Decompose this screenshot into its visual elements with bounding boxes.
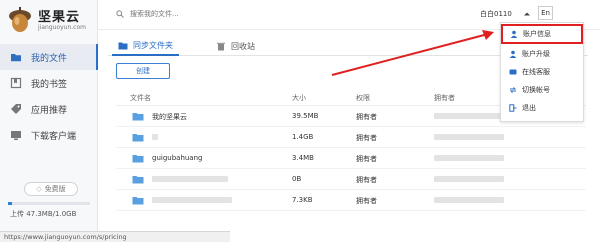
status-bar-url: https://www.jianguoyun.com/s/pricing — [0, 231, 230, 242]
folder-icon — [11, 54, 21, 62]
menu-item-switch-account[interactable]: 切换帐号 — [501, 81, 583, 99]
monitor-icon — [11, 131, 21, 140]
sidebar-item-my-files[interactable]: 我的文件 — [0, 44, 98, 70]
support-icon — [509, 69, 517, 75]
menu-item-label: 账户升级 — [522, 50, 550, 58]
table-row[interactable]: 0B 拥有者 — [116, 169, 586, 190]
file-permission: 拥有者 — [356, 113, 377, 121]
storage-progress-bar — [8, 202, 90, 205]
file-permission: 拥有者 — [356, 197, 377, 205]
acorn-logo-icon — [9, 7, 31, 32]
switch-account-icon — [509, 87, 517, 93]
file-name[interactable]: guigubahuang — [152, 154, 202, 162]
sidebar-item-bookmarks[interactable]: 我的书签 — [0, 70, 98, 96]
file-name-redacted — [152, 134, 158, 140]
header-filename[interactable]: 文件名 — [130, 93, 151, 103]
header-owner[interactable]: 拥有者 — [434, 93, 455, 103]
menu-item-account-info[interactable]: 账户信息 — [501, 24, 583, 44]
header-permission[interactable]: 权限 — [356, 93, 370, 103]
tab-recycle-bin[interactable]: 回收站 — [210, 36, 261, 56]
file-size: 0B — [292, 175, 302, 183]
file-name-redacted — [152, 176, 228, 182]
storage-progress-fill — [8, 202, 12, 205]
sidebar-item-apps[interactable]: 应用推荐 — [0, 96, 98, 122]
sidebar-nav: 我的文件 我的书签 应用推荐 下载客户端 — [0, 44, 98, 148]
folder-icon — [118, 42, 128, 49]
table-row[interactable]: 1.4GB 拥有者 — [116, 127, 586, 148]
caret-up-icon[interactable] — [523, 10, 531, 18]
file-permission: 拥有者 — [356, 155, 377, 163]
file-size: 3.4MB — [292, 154, 314, 162]
sidebar-item-download-client[interactable]: 下载客户端 — [0, 122, 98, 148]
header-size[interactable]: 大小 — [292, 93, 306, 103]
owner-redacted — [434, 134, 504, 140]
bookmark-icon — [10, 77, 22, 89]
file-size: 7.3KB — [292, 196, 313, 204]
file-permission: 拥有者 — [356, 176, 377, 184]
table-row[interactable]: guigubahuang 3.4MB 拥有者 — [116, 148, 586, 169]
logo-domain: jianguoyun.com — [38, 24, 86, 31]
menu-item-label: 退出 — [522, 104, 536, 112]
owner-redacted — [434, 197, 504, 203]
file-permission: 拥有者 — [356, 134, 377, 142]
user-name[interactable]: 白白0110 — [480, 9, 512, 19]
create-button[interactable]: 创建 — [116, 63, 170, 79]
search-box[interactable] — [116, 7, 266, 21]
logout-icon — [509, 104, 517, 112]
tag-icon — [11, 104, 21, 114]
storage-usage-text: 上传 47.3MB/1.0GB — [10, 210, 77, 218]
tab-label: 回收站 — [231, 41, 255, 51]
sidebar-item-label: 我的文件 — [31, 53, 68, 64]
table-row[interactable]: 7.3KB 拥有者 — [116, 190, 586, 211]
user-icon — [510, 30, 518, 38]
search-input[interactable] — [128, 9, 258, 19]
folder-icon — [132, 176, 144, 184]
sidebar-item-label: 我的书签 — [31, 79, 68, 90]
menu-item-label: 账户信息 — [523, 30, 551, 38]
plan-badge[interactable]: ◇ 免费版 — [24, 182, 78, 196]
search-icon — [116, 10, 124, 18]
logo-name: 坚果云 — [38, 10, 81, 25]
owner-redacted — [434, 155, 504, 161]
menu-item-label: 在线客服 — [522, 68, 550, 76]
sidebar: 坚果云 jianguoyun.com 我的文件 我的书签 应用推荐 下载客户端 … — [0, 0, 98, 242]
sidebar-item-label: 下载客户端 — [31, 131, 77, 142]
language-button[interactable]: En — [538, 6, 553, 20]
tab-sync-folders[interactable]: 同步文件夹 — [112, 36, 179, 56]
menu-item-upgrade[interactable]: 账户升级 — [501, 45, 583, 63]
owner-redacted — [434, 113, 504, 119]
sidebar-item-label: 应用推荐 — [31, 105, 68, 116]
menu-item-logout[interactable]: 退出 — [501, 99, 583, 117]
folder-icon — [132, 197, 144, 205]
folder-icon — [132, 155, 144, 163]
logo[interactable]: 坚果云 jianguoyun.com — [6, 4, 96, 38]
plan-badge-label: 免费版 — [44, 185, 66, 193]
file-name[interactable]: 我的坚果云 — [152, 112, 187, 122]
user-upgrade-icon — [509, 50, 517, 58]
account-dropdown-menu: 账户信息 账户升级 在线客服 切换帐号 退出 — [500, 22, 584, 122]
file-size: 39.5MB — [292, 112, 319, 120]
trash-icon — [217, 42, 225, 50]
owner-redacted — [434, 176, 504, 182]
file-name-redacted — [152, 197, 232, 203]
app-window: 坚果云 jianguoyun.com 我的文件 我的书签 应用推荐 下载客户端 … — [0, 0, 600, 242]
menu-item-support[interactable]: 在线客服 — [501, 63, 583, 81]
folder-icon — [132, 113, 144, 121]
diamond-icon: ◇ — [36, 185, 42, 193]
tab-label: 同步文件夹 — [133, 40, 173, 50]
menu-item-label: 切换帐号 — [522, 86, 550, 94]
file-size: 1.4GB — [292, 133, 314, 141]
folder-icon — [132, 134, 144, 142]
